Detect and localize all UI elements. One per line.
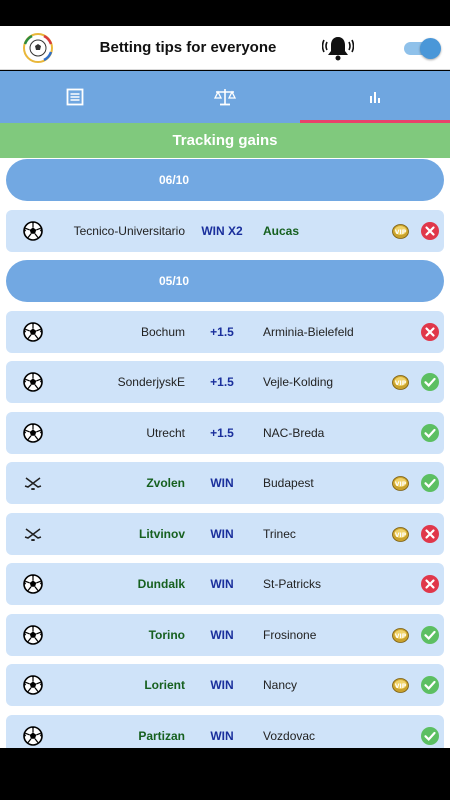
vip-badge-icon: VIP: [392, 223, 409, 239]
home-team: Litvinov: [138, 526, 185, 541]
match-row[interactable]: Torino WIN Frosinone VIP: [6, 613, 444, 656]
match-row[interactable]: Lorient WIN Nancy VIP: [6, 664, 444, 706]
tips-list[interactable]: 06/10 Tecnico-Universitario WIN X2 Aucas VIP…: [0, 158, 450, 748]
check-circle-icon: [421, 726, 439, 745]
vip-badge-icon: VIP: [392, 627, 409, 643]
vip-badge-icon: VIP: [392, 476, 409, 491]
vip-badge-icon: VIP: [392, 678, 409, 693]
tip-label: WIN: [210, 678, 234, 692]
away-team: Aucas: [263, 223, 300, 238]
match-row[interactable]: Litvinov WIN Trinec VIP: [6, 512, 444, 555]
home-team: Zvolen: [146, 476, 185, 490]
document-icon: [66, 88, 84, 106]
hockey-sticks-icon: [24, 477, 42, 490]
away-team: Frosinone: [263, 627, 317, 642]
app-title: Betting tips for everyone: [99, 39, 277, 56]
tab-bar: [0, 71, 450, 123]
toggle-knob: [420, 38, 441, 59]
match-row[interactable]: Tecnico-Universitario WIN X2 Aucas VIP: [6, 209, 444, 252]
away-team: St-Patricks: [263, 577, 322, 591]
bell-icon[interactable]: [322, 34, 354, 62]
tab-compare[interactable]: [150, 71, 300, 123]
svg-text:VIP: VIP: [395, 532, 407, 539]
soccer-ball-icon: [23, 220, 43, 241]
away-team: Budapest: [263, 476, 314, 490]
tip-label: WIN: [210, 728, 234, 743]
home-team: Lorient: [144, 678, 185, 692]
cross-circle-icon: [421, 322, 439, 341]
tab-stats[interactable]: [300, 71, 450, 123]
app-bar: Betting tips for everyone: [0, 26, 450, 70]
match-row[interactable]: SonderjyskE +1.5 Vejle-Kolding VIP: [6, 361, 444, 403]
check-circle-icon: [421, 373, 439, 391]
match-row[interactable]: Dundalk WIN St-Patricks: [6, 563, 444, 605]
cross-circle-icon: [421, 221, 439, 240]
check-circle-icon: [421, 423, 439, 442]
date-header: 06/10: [6, 159, 444, 201]
scales-icon: [214, 89, 236, 106]
tip-label: +1.5: [210, 425, 234, 440]
vip-badge-icon: VIP: [392, 375, 409, 390]
home-team: Partizan: [138, 728, 185, 743]
notifications-toggle[interactable]: [404, 38, 441, 59]
tip-label: WIN X2: [201, 223, 243, 238]
soccer-ball-icon: [23, 624, 43, 645]
home-team: Torino: [148, 627, 185, 642]
status-bar: [0, 0, 450, 26]
svg-text:VIP: VIP: [395, 481, 407, 488]
home-team: SonderjyskE: [117, 375, 185, 389]
soccer-ball-icon: [23, 321, 43, 342]
svg-text:VIP: VIP: [395, 633, 407, 640]
match-row[interactable]: Bochum +1.5 Arminia-Bielefeld: [6, 310, 444, 353]
away-team: Trinec: [263, 526, 296, 541]
check-circle-icon: [421, 676, 439, 694]
date-label: 06/10: [158, 173, 190, 187]
soccer-ball-icon: [23, 675, 43, 695]
away-team: Vejle-Kolding: [263, 375, 334, 389]
home-team: Dundalk: [137, 577, 185, 591]
svg-text:VIP: VIP: [395, 380, 407, 387]
tab-tips[interactable]: [0, 71, 150, 123]
match-row[interactable]: Zvolen WIN Budapest VIP: [6, 462, 444, 504]
home-team: Tecnico-Universitario: [73, 223, 185, 238]
tip-label: WIN: [210, 627, 234, 642]
tip-label: +1.5: [210, 375, 234, 389]
soccer-ball-icon: [23, 372, 43, 392]
hockey-sticks-icon: [24, 527, 42, 541]
tip-label: WIN: [210, 476, 234, 490]
check-circle-icon: [421, 625, 439, 644]
soccer-ball-icon: [23, 574, 43, 594]
tip-label: WIN: [210, 526, 234, 541]
away-team: Vozdovac: [263, 728, 316, 743]
vip-badge-icon: VIP: [392, 526, 409, 542]
away-team: Arminia-Bielefeld: [263, 324, 354, 339]
home-team: Bochum: [140, 324, 185, 339]
soccer-ball-icon: [23, 725, 43, 746]
svg-text:VIP: VIP: [395, 683, 407, 690]
date-header: 05/10: [6, 260, 444, 302]
away-team: Nancy: [263, 678, 298, 692]
cross-circle-icon: [421, 524, 439, 543]
away-team: NAC-Breda: [263, 425, 325, 440]
system-nav-bar: [0, 748, 450, 800]
cross-circle-icon: [421, 575, 439, 593]
tip-label: +1.5: [210, 324, 234, 339]
soccer-ball-icon: [23, 422, 43, 443]
svg-text:VIP: VIP: [395, 229, 407, 236]
date-label: 05/10: [158, 274, 190, 288]
check-circle-icon: [421, 474, 439, 492]
section-banner: Tracking gains: [0, 123, 450, 158]
tip-label: WIN: [210, 577, 234, 591]
bar-chart-icon: [370, 92, 380, 103]
match-row[interactable]: Partizan WIN Vozdovac: [6, 714, 444, 748]
match-row[interactable]: Utrecht +1.5 NAC-Breda: [6, 411, 444, 454]
home-team: Utrecht: [146, 425, 185, 440]
